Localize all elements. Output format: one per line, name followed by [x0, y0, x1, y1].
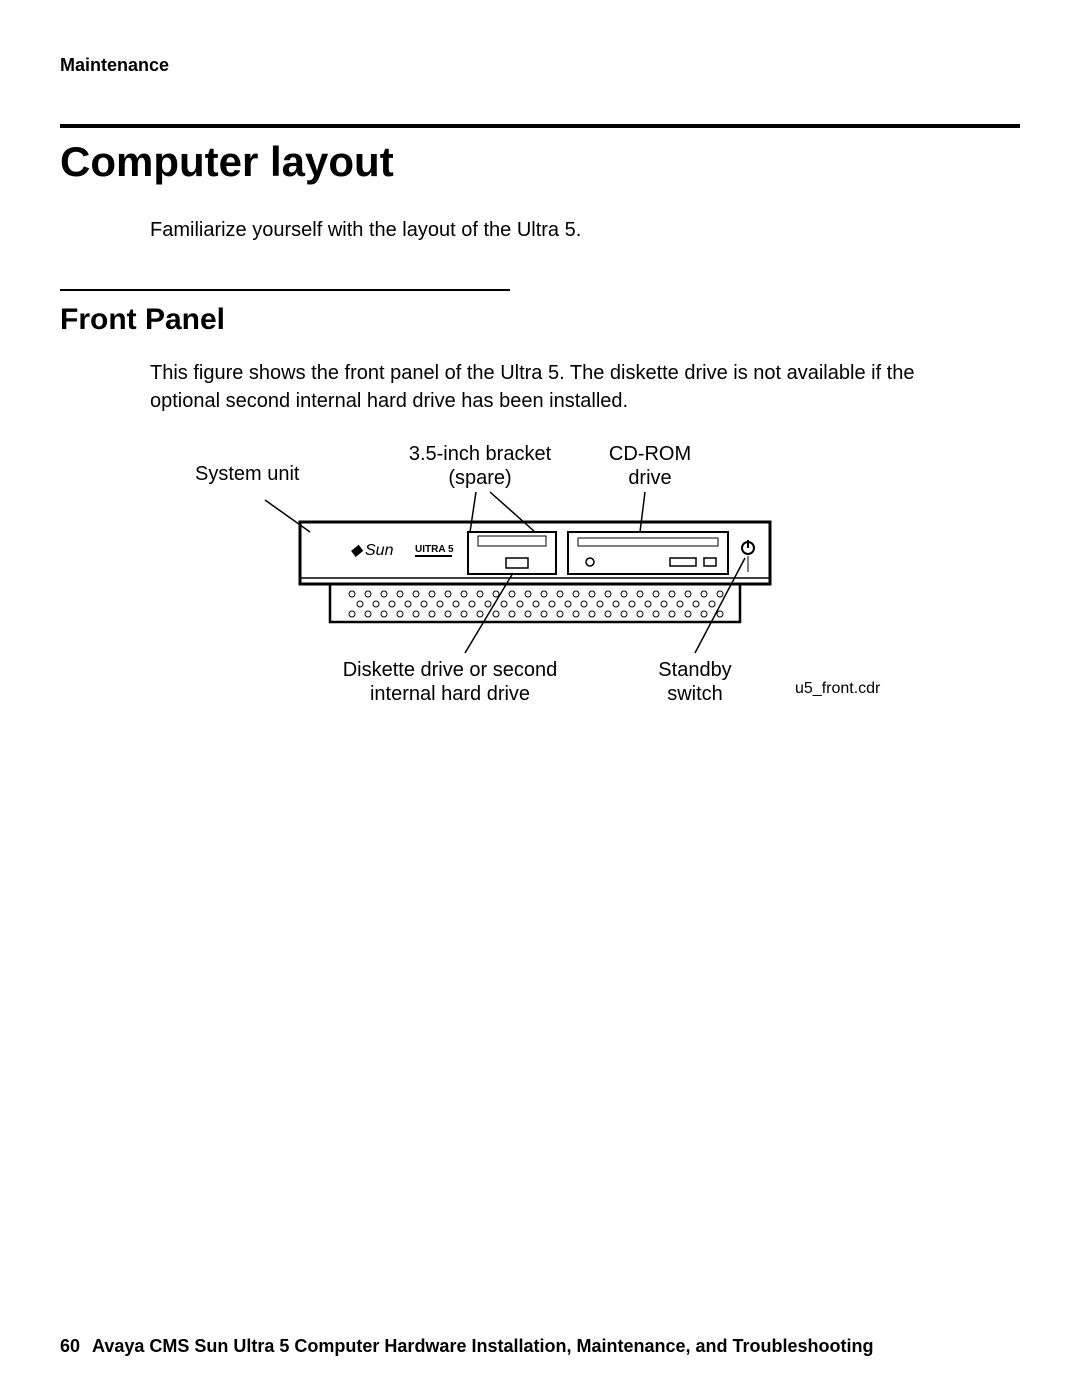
- front-panel-svg: ◆ Sun UITRA 5: [190, 440, 910, 740]
- footer-doc-title: Avaya CMS Sun Ultra 5 Computer Hardware …: [92, 1336, 873, 1356]
- intro-paragraph: Familiarize yourself with the layout of …: [150, 216, 1020, 244]
- body-paragraph: This figure shows the front panel of the…: [150, 359, 930, 415]
- header-section-label: Maintenance: [60, 55, 1020, 76]
- brand-text: Sun: [365, 542, 394, 559]
- page-footer: 60 Avaya CMS Sun Ultra 5 Computer Hardwar…: [60, 1336, 874, 1357]
- rule-heavy: [60, 124, 1020, 128]
- front-panel-figure: System unit 3.5-inch bracket (spare) CD-…: [190, 440, 910, 740]
- page-number: 60: [60, 1336, 80, 1357]
- svg-text:◆: ◆: [350, 542, 364, 559]
- model-text: UITRA 5: [415, 544, 454, 555]
- page-title: Computer layout: [60, 138, 1020, 186]
- subsection-title: Front Panel: [60, 303, 1020, 337]
- rule-thin: [60, 289, 510, 291]
